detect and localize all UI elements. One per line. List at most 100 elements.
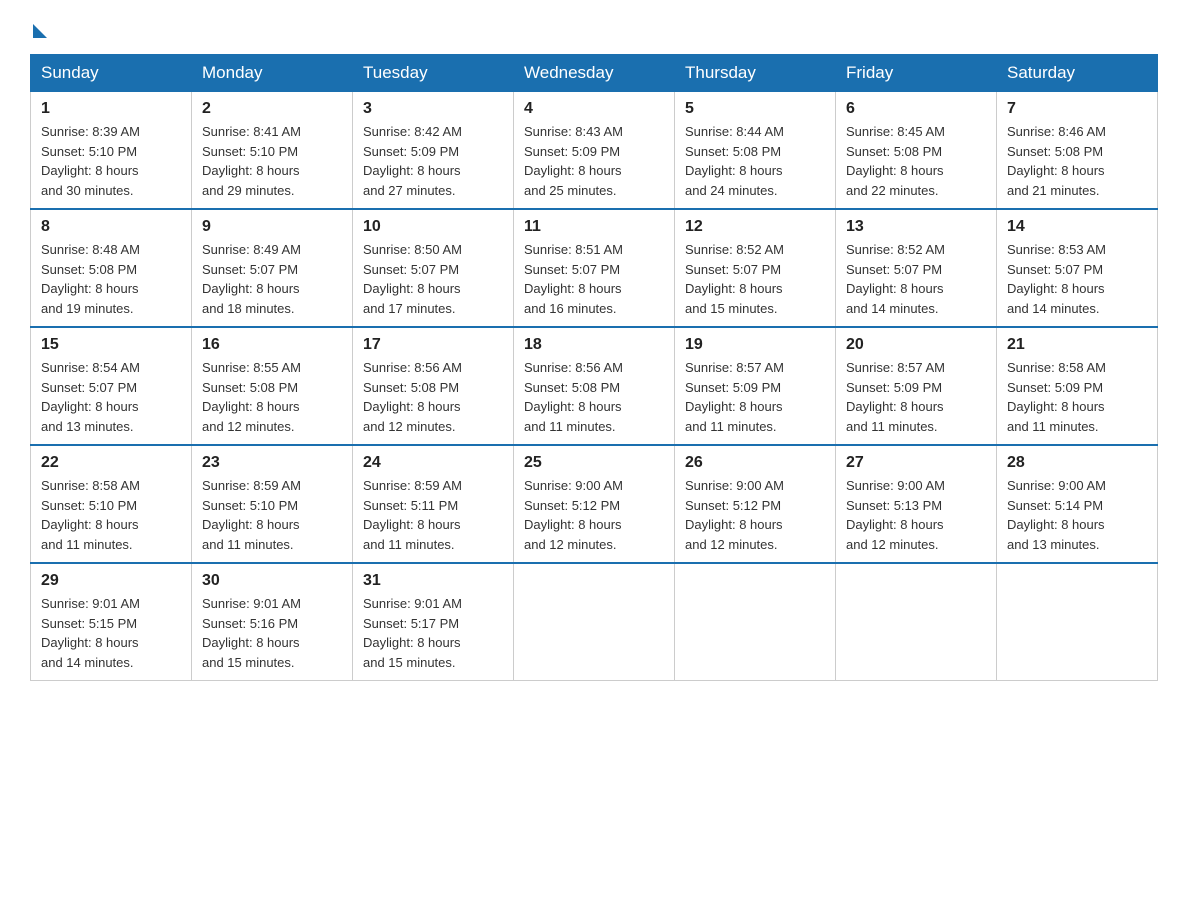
day-info: Sunrise: 8:51 AMSunset: 5:07 PMDaylight:… xyxy=(524,240,664,318)
weekday-header-monday: Monday xyxy=(192,55,353,92)
day-info: Sunrise: 8:59 AMSunset: 5:10 PMDaylight:… xyxy=(202,476,342,554)
calendar-cell: 10 Sunrise: 8:50 AMSunset: 5:07 PMDayligh… xyxy=(353,209,514,327)
calendar-cell: 12 Sunrise: 8:52 AMSunset: 5:07 PMDayligh… xyxy=(675,209,836,327)
calendar-cell: 3Sunrise: 8:42 AMSunset: 5:09 PMDaylight… xyxy=(353,92,514,210)
logo xyxy=(30,20,47,34)
day-info: Sunrise: 8:45 AMSunset: 5:08 PMDaylight:… xyxy=(846,122,986,200)
calendar-cell: 6 Sunrise: 8:45 AMSunset: 5:08 PMDaylight… xyxy=(836,92,997,210)
day-number: 25 xyxy=(524,454,664,472)
day-number: 27 xyxy=(846,454,986,472)
calendar-cell: 25 Sunrise: 9:00 AMSunset: 5:12 PMDayligh… xyxy=(514,445,675,563)
day-info: Sunrise: 9:01 AMSunset: 5:15 PMDaylight:… xyxy=(41,594,181,672)
day-number: 22 xyxy=(41,454,181,472)
day-info: Sunrise: 8:41 AMSunset: 5:10 PMDaylight:… xyxy=(202,122,342,200)
calendar-cell: 27 Sunrise: 9:00 AMSunset: 5:13 PMDayligh… xyxy=(836,445,997,563)
day-info: Sunrise: 8:39 AMSunset: 5:10 PMDaylight:… xyxy=(41,122,181,200)
calendar-cell: 21 Sunrise: 8:58 AMSunset: 5:09 PMDayligh… xyxy=(997,327,1158,445)
calendar-cell: 31 Sunrise: 9:01 AMSunset: 5:17 PMDayligh… xyxy=(353,563,514,681)
day-info: Sunrise: 9:00 AMSunset: 5:12 PMDaylight:… xyxy=(524,476,664,554)
day-number: 30 xyxy=(202,572,342,590)
day-info: Sunrise: 8:49 AMSunset: 5:07 PMDaylight:… xyxy=(202,240,342,318)
calendar-cell: 7Sunrise: 8:46 AMSunset: 5:08 PMDaylight… xyxy=(997,92,1158,210)
day-info: Sunrise: 9:00 AMSunset: 5:14 PMDaylight:… xyxy=(1007,476,1147,554)
day-number: 16 xyxy=(202,336,342,354)
day-info: Sunrise: 8:52 AMSunset: 5:07 PMDaylight:… xyxy=(846,240,986,318)
day-info: Sunrise: 8:43 AMSunset: 5:09 PMDaylight:… xyxy=(524,122,664,200)
calendar-cell: 30 Sunrise: 9:01 AMSunset: 5:16 PMDayligh… xyxy=(192,563,353,681)
calendar-cell: 5 Sunrise: 8:44 AMSunset: 5:08 PMDaylight… xyxy=(675,92,836,210)
day-info: Sunrise: 8:54 AMSunset: 5:07 PMDaylight:… xyxy=(41,358,181,436)
weekday-header-friday: Friday xyxy=(836,55,997,92)
calendar-cell: 16 Sunrise: 8:55 AMSunset: 5:08 PMDayligh… xyxy=(192,327,353,445)
calendar-cell: 17 Sunrise: 8:56 AMSunset: 5:08 PMDayligh… xyxy=(353,327,514,445)
day-number: 19 xyxy=(685,336,825,354)
day-number: 6 xyxy=(846,100,986,118)
day-number: 9 xyxy=(202,218,342,236)
day-info: Sunrise: 8:44 AMSunset: 5:08 PMDaylight:… xyxy=(685,122,825,200)
calendar-week-row: 8 Sunrise: 8:48 AMSunset: 5:08 PMDaylight… xyxy=(31,209,1158,327)
calendar-week-row: 15Sunrise: 8:54 AMSunset: 5:07 PMDayligh… xyxy=(31,327,1158,445)
calendar-cell: 29 Sunrise: 9:01 AMSunset: 5:15 PMDayligh… xyxy=(31,563,192,681)
calendar-cell: 13Sunrise: 8:52 AMSunset: 5:07 PMDayligh… xyxy=(836,209,997,327)
day-number: 12 xyxy=(685,218,825,236)
day-info: Sunrise: 8:56 AMSunset: 5:08 PMDaylight:… xyxy=(524,358,664,436)
calendar-cell: 14Sunrise: 8:53 AMSunset: 5:07 PMDayligh… xyxy=(997,209,1158,327)
day-info: Sunrise: 8:53 AMSunset: 5:07 PMDaylight:… xyxy=(1007,240,1147,318)
day-number: 23 xyxy=(202,454,342,472)
calendar-cell xyxy=(675,563,836,681)
calendar-cell: 19Sunrise: 8:57 AMSunset: 5:09 PMDayligh… xyxy=(675,327,836,445)
calendar-cell: 11 Sunrise: 8:51 AMSunset: 5:07 PMDayligh… xyxy=(514,209,675,327)
weekday-header-thursday: Thursday xyxy=(675,55,836,92)
weekday-header-wednesday: Wednesday xyxy=(514,55,675,92)
calendar-cell: 8 Sunrise: 8:48 AMSunset: 5:08 PMDaylight… xyxy=(31,209,192,327)
day-info: Sunrise: 9:01 AMSunset: 5:16 PMDaylight:… xyxy=(202,594,342,672)
day-info: Sunrise: 9:00 AMSunset: 5:13 PMDaylight:… xyxy=(846,476,986,554)
calendar-week-row: 1 Sunrise: 8:39 AMSunset: 5:10 PMDaylight… xyxy=(31,92,1158,210)
day-number: 29 xyxy=(41,572,181,590)
day-info: Sunrise: 8:52 AMSunset: 5:07 PMDaylight:… xyxy=(685,240,825,318)
day-info: Sunrise: 8:58 AMSunset: 5:10 PMDaylight:… xyxy=(41,476,181,554)
day-number: 1 xyxy=(41,100,181,118)
day-number: 4 xyxy=(524,100,664,118)
calendar-week-row: 29 Sunrise: 9:01 AMSunset: 5:15 PMDayligh… xyxy=(31,563,1158,681)
day-info: Sunrise: 9:01 AMSunset: 5:17 PMDaylight:… xyxy=(363,594,503,672)
day-number: 24 xyxy=(363,454,503,472)
day-number: 10 xyxy=(363,218,503,236)
day-number: 18 xyxy=(524,336,664,354)
day-info: Sunrise: 8:58 AMSunset: 5:09 PMDaylight:… xyxy=(1007,358,1147,436)
calendar-cell: 15Sunrise: 8:54 AMSunset: 5:07 PMDayligh… xyxy=(31,327,192,445)
day-number: 5 xyxy=(685,100,825,118)
calendar-cell: 28Sunrise: 9:00 AMSunset: 5:14 PMDayligh… xyxy=(997,445,1158,563)
day-info: Sunrise: 8:50 AMSunset: 5:07 PMDaylight:… xyxy=(363,240,503,318)
day-number: 8 xyxy=(41,218,181,236)
calendar-cell: 26 Sunrise: 9:00 AMSunset: 5:12 PMDayligh… xyxy=(675,445,836,563)
day-number: 20 xyxy=(846,336,986,354)
day-info: Sunrise: 9:00 AMSunset: 5:12 PMDaylight:… xyxy=(685,476,825,554)
calendar-cell: 2 Sunrise: 8:41 AMSunset: 5:10 PMDaylight… xyxy=(192,92,353,210)
calendar-cell: 9 Sunrise: 8:49 AMSunset: 5:07 PMDaylight… xyxy=(192,209,353,327)
calendar-week-row: 22 Sunrise: 8:58 AMSunset: 5:10 PMDayligh… xyxy=(31,445,1158,563)
day-info: Sunrise: 8:46 AMSunset: 5:08 PMDaylight:… xyxy=(1007,122,1147,200)
day-number: 26 xyxy=(685,454,825,472)
day-info: Sunrise: 8:42 AMSunset: 5:09 PMDaylight:… xyxy=(363,122,503,200)
calendar-cell: 20Sunrise: 8:57 AMSunset: 5:09 PMDayligh… xyxy=(836,327,997,445)
calendar-cell xyxy=(514,563,675,681)
calendar-table: SundayMondayTuesdayWednesdayThursdayFrid… xyxy=(30,54,1158,681)
calendar-cell: 4 Sunrise: 8:43 AMSunset: 5:09 PMDaylight… xyxy=(514,92,675,210)
logo-triangle-icon xyxy=(33,24,47,38)
weekday-header-tuesday: Tuesday xyxy=(353,55,514,92)
calendar-cell: 1 Sunrise: 8:39 AMSunset: 5:10 PMDaylight… xyxy=(31,92,192,210)
day-number: 31 xyxy=(363,572,503,590)
day-number: 21 xyxy=(1007,336,1147,354)
day-info: Sunrise: 8:48 AMSunset: 5:08 PMDaylight:… xyxy=(41,240,181,318)
calendar-cell: 23 Sunrise: 8:59 AMSunset: 5:10 PMDayligh… xyxy=(192,445,353,563)
page-header xyxy=(30,20,1158,34)
day-info: Sunrise: 8:59 AMSunset: 5:11 PMDaylight:… xyxy=(363,476,503,554)
day-number: 17 xyxy=(363,336,503,354)
day-number: 2 xyxy=(202,100,342,118)
day-info: Sunrise: 8:56 AMSunset: 5:08 PMDaylight:… xyxy=(363,358,503,436)
weekday-header-sunday: Sunday xyxy=(31,55,192,92)
calendar-cell: 22 Sunrise: 8:58 AMSunset: 5:10 PMDayligh… xyxy=(31,445,192,563)
day-number: 11 xyxy=(524,218,664,236)
day-info: Sunrise: 8:55 AMSunset: 5:08 PMDaylight:… xyxy=(202,358,342,436)
